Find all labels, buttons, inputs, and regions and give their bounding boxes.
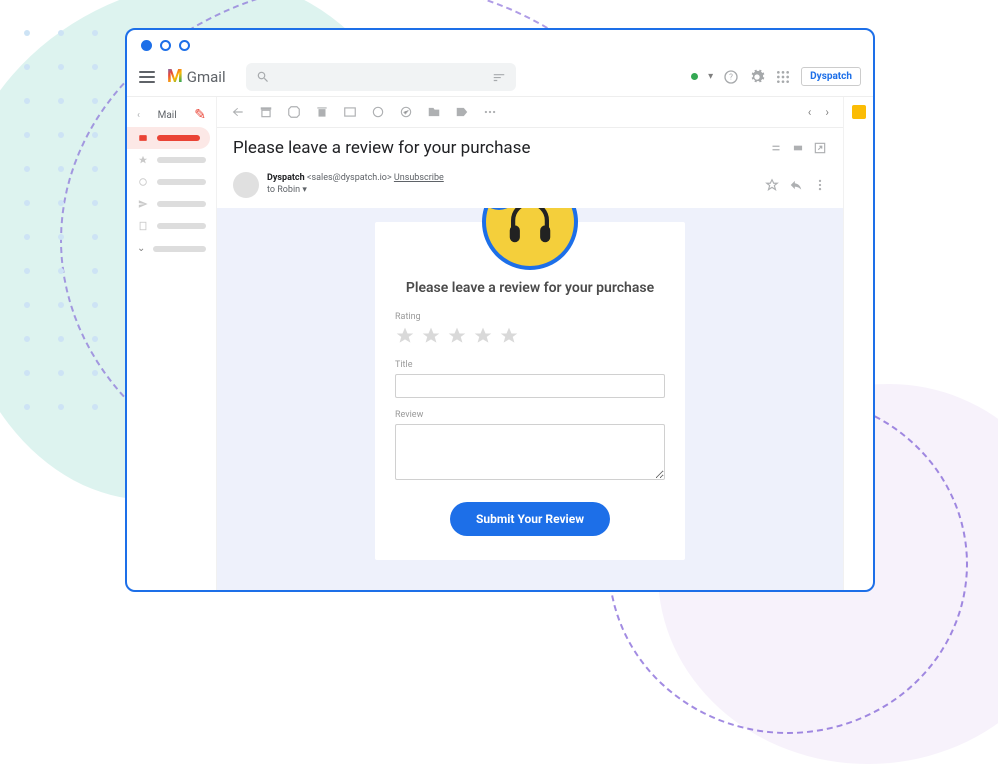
dropdown-caret-icon[interactable]: ▾ [708,71,713,82]
add-task-icon[interactable] [399,105,413,119]
sidebar-item-more[interactable]: ⌄ [127,237,216,260]
back-caret-icon[interactable]: ‹ [137,110,140,121]
archive-icon[interactable] [259,105,273,119]
sidebar-item-snoozed[interactable] [127,171,216,193]
sent-icon [137,199,149,209]
snooze-icon[interactable] [371,105,385,119]
star-message-icon[interactable] [765,178,779,192]
sender-avatar[interactable] [233,172,259,198]
rating-stars[interactable] [395,326,665,346]
email-subject: Please leave a review for your purchase [233,138,769,158]
reply-icon[interactable] [789,178,803,192]
hamburger-menu-icon[interactable] [139,71,155,83]
compose-pencil-icon[interactable]: ✎ [194,107,206,123]
review-label: Review [395,410,665,420]
sidebar-item-drafts[interactable] [127,215,216,237]
window-control-maximize[interactable] [179,40,190,51]
email-body: yotpo. Please leave a review for your pu… [217,208,843,590]
headphones-icon [503,208,557,249]
sidebar-item-sent[interactable] [127,193,216,215]
sender-email: <sales@dyspatch.io> [307,173,392,183]
search-icon [256,70,270,84]
sidebar-item-inbox[interactable] [127,127,210,149]
next-email-icon[interactable]: › [825,105,829,119]
to-line: to Robin [267,185,300,195]
gmail-brand-text: Gmail [187,68,226,86]
title-label: Title [395,360,665,370]
spam-icon[interactable] [287,105,301,119]
clock-icon [137,177,149,187]
star-2-icon[interactable] [421,326,441,346]
inbox-icon [137,133,149,143]
status-indicator-icon [691,73,698,80]
gmail-header: M Gmail ▾ ? Dyspatch [127,57,873,97]
gmail-logo[interactable]: M Gmail [167,66,226,87]
review-textarea[interactable] [395,424,665,480]
message-more-icon[interactable] [813,178,827,192]
browser-window: M Gmail ▾ ? Dyspatch ‹ Mail ✎ [125,28,875,592]
email-toolbar: ‹ › [217,97,843,128]
star-3-icon[interactable] [447,326,467,346]
print-icon[interactable] [791,141,805,155]
star-4-icon[interactable] [473,326,493,346]
svg-text:?: ? [729,72,733,81]
search-input[interactable] [246,63,516,91]
star-1-icon[interactable] [395,326,415,346]
sidebar-item-starred[interactable] [127,149,216,171]
product-image: yotpo. [482,208,578,270]
back-arrow-icon[interactable] [231,105,245,119]
gmail-m-icon: M [167,66,183,87]
apps-grid-icon[interactable] [775,69,791,85]
tune-icon[interactable] [492,70,506,84]
collapse-icon[interactable] [769,141,783,155]
star-5-icon[interactable] [499,326,519,346]
title-input[interactable] [395,374,665,398]
window-controls [127,30,873,57]
open-new-window-icon[interactable] [813,141,827,155]
keep-notes-icon[interactable] [852,105,866,119]
chevron-down-icon: ⌄ [137,243,145,254]
submit-review-button[interactable]: Submit Your Review [450,502,610,536]
move-to-icon[interactable] [427,105,441,119]
recipient-dropdown-icon[interactable]: ▾ [302,185,307,195]
header-right: ▾ ? Dyspatch [691,67,861,86]
mark-unread-icon[interactable] [343,105,357,119]
form-heading: Please leave a review for your purchase [395,280,665,296]
review-form-card: yotpo. Please leave a review for your pu… [375,222,685,560]
more-icon[interactable] [483,105,497,119]
draft-icon [137,221,149,231]
unsubscribe-link[interactable]: Unsubscribe [394,173,444,183]
dyspatch-badge[interactable]: Dyspatch [801,67,861,86]
sender-row: Dyspatch <sales@dyspatch.io> Unsubscribe… [217,168,843,208]
delete-icon[interactable] [315,105,329,119]
settings-gear-icon[interactable] [749,69,765,85]
window-control-close[interactable] [141,40,152,51]
prev-email-icon[interactable]: ‹ [808,105,812,119]
star-icon [137,155,149,165]
window-control-minimize[interactable] [160,40,171,51]
sidebar: ‹ Mail ✎ ⌄ [127,97,217,590]
right-rail [843,97,873,590]
nav-mail-label[interactable]: Mail [158,110,177,121]
help-icon[interactable]: ? [723,69,739,85]
sender-name: Dyspatch [267,173,305,183]
labels-icon[interactable] [455,105,469,119]
rating-label: Rating [395,312,665,322]
main-content: ‹ › Please leave a review for your purch… [217,97,843,590]
